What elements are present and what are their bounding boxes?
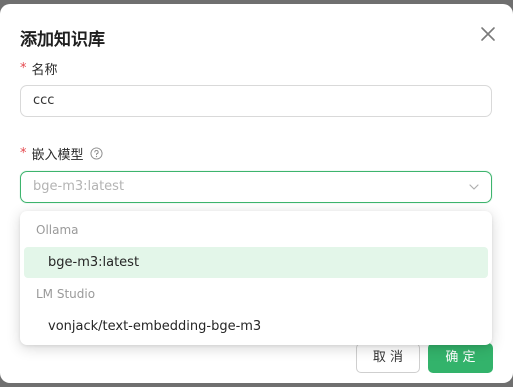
model-label-row: * 嵌入模型 bbox=[20, 144, 103, 163]
name-label: 名称 bbox=[31, 63, 58, 78]
group-label-ollama: Ollama bbox=[36, 223, 79, 237]
name-input[interactable]: ccc bbox=[20, 85, 492, 117]
model-dropdown: Ollama bge-m3:latest LM Studio vonjack/t… bbox=[20, 211, 492, 345]
name-input-value: ccc bbox=[33, 93, 55, 108]
embedding-model-select[interactable]: bge-m3:latest bbox=[20, 171, 492, 203]
required-mark: * bbox=[20, 146, 27, 161]
model-select-placeholder: bge-m3:latest bbox=[33, 179, 125, 194]
option-label: vonjack/text-embedding-bge-m3 bbox=[48, 319, 262, 334]
ok-button[interactable]: 确 定 bbox=[428, 343, 493, 373]
dialog-title: 添加知识库 bbox=[20, 30, 105, 50]
required-mark: * bbox=[20, 61, 27, 76]
name-label-row: * 名称 bbox=[20, 59, 58, 78]
option-bge-m3-latest[interactable]: bge-m3:latest bbox=[24, 247, 488, 278]
add-knowledge-base-dialog: 添加知识库 * 名称 ccc * 嵌入模型 bge-m3:latest 取 消 … bbox=[0, 4, 513, 383]
model-label: 嵌入模型 bbox=[31, 148, 84, 163]
cancel-button[interactable]: 取 消 bbox=[356, 343, 420, 373]
option-label: bge-m3:latest bbox=[48, 255, 140, 270]
option-vonjack-text-embedding-bge-m3[interactable]: vonjack/text-embedding-bge-m3 bbox=[24, 311, 488, 342]
close-button[interactable] bbox=[478, 24, 498, 44]
group-label-lm-studio: LM Studio bbox=[36, 287, 96, 301]
question-circle-icon[interactable] bbox=[89, 147, 103, 160]
close-icon bbox=[481, 27, 495, 41]
chevron-down-icon bbox=[469, 184, 479, 190]
